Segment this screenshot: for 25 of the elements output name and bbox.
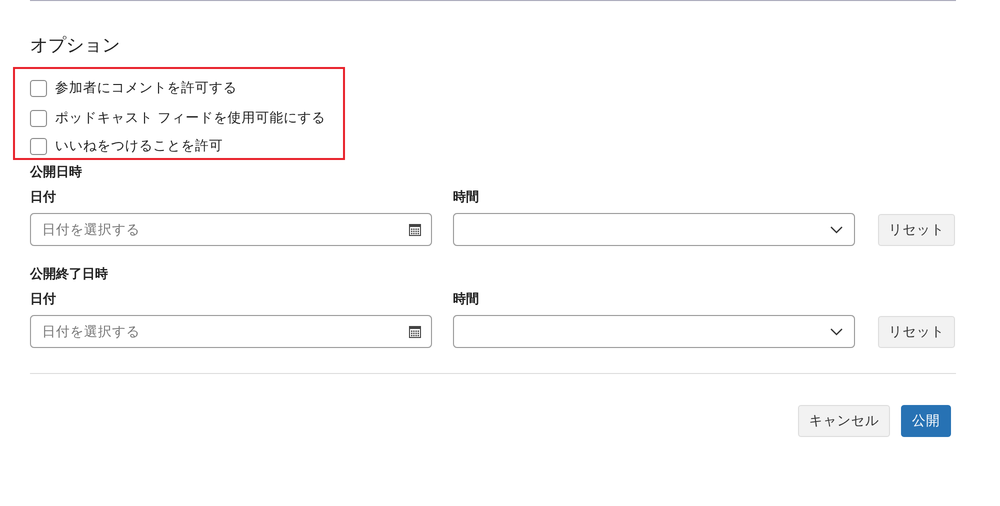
chevron-down-icon (830, 328, 843, 336)
field-label: 時間 (453, 292, 480, 308)
group-label: 公開終了日時 (30, 266, 109, 284)
field-label: 時間 (453, 190, 480, 206)
time-dropdown[interactable] (453, 315, 855, 348)
cancel-button[interactable]: キャンセル (798, 405, 890, 437)
checkbox[interactable] (30, 138, 47, 154)
section-heading: オプション (30, 35, 121, 57)
calendar-icon (409, 326, 421, 338)
checkbox[interactable] (30, 110, 47, 126)
checkbox[interactable] (30, 80, 47, 96)
reset-button[interactable]: リセット (878, 316, 955, 348)
date-field[interactable]: 日付を選択する (30, 315, 432, 348)
checkbox-label: ポッドキャスト フィードを使用可能にする (55, 109, 326, 127)
reset-button[interactable]: リセット (878, 214, 955, 246)
date-field[interactable]: 日付を選択する (30, 213, 432, 246)
field-label: 日付 (30, 292, 57, 308)
checkbox-label: いいねをつけることを許可 (55, 137, 223, 155)
chevron-down-icon (830, 226, 843, 234)
checkbox-label: 参加者にコメントを許可する (55, 79, 237, 97)
calendar-icon (409, 224, 421, 236)
group-label: 公開日時 (30, 164, 83, 182)
field-label: 日付 (30, 190, 57, 206)
time-dropdown[interactable] (453, 213, 855, 246)
publish-button[interactable]: 公開 (901, 405, 951, 437)
